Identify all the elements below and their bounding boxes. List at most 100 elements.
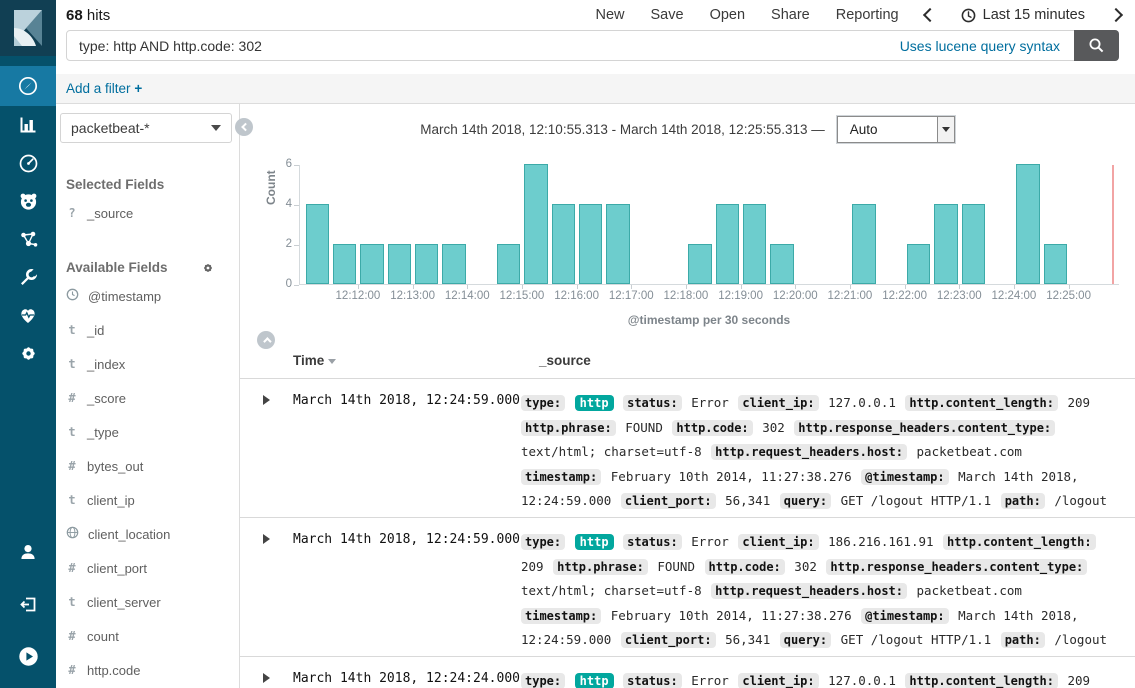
nav-machine-learning[interactable] bbox=[0, 182, 56, 220]
histogram-bar-122200[interactable] bbox=[907, 244, 930, 284]
field-item-client-server[interactable]: tclient_server bbox=[66, 585, 229, 619]
field-item-count[interactable]: #count bbox=[66, 619, 229, 653]
field-item-client-ip[interactable]: tclient_ip bbox=[66, 483, 229, 517]
field-key-badge: status: bbox=[623, 673, 682, 688]
field-key-badge: timestamp: bbox=[521, 469, 601, 485]
field-item--source[interactable]: ?_source bbox=[66, 196, 229, 230]
reporting-menu-item[interactable]: Reporting bbox=[836, 7, 899, 23]
histogram-plot bbox=[299, 165, 1119, 285]
field-item--type[interactable]: t_type bbox=[66, 415, 229, 449]
ml-face-icon bbox=[18, 191, 39, 212]
chevron-down-icon bbox=[937, 117, 954, 142]
collapse-sidebar-button[interactable] bbox=[235, 118, 253, 136]
field-value: Error bbox=[691, 395, 729, 410]
row-source: type: http status: Error client_ip: 127.… bbox=[521, 391, 1110, 514]
field-type-icon: t bbox=[66, 595, 78, 609]
histogram-bar-121130[interactable] bbox=[333, 244, 356, 284]
collapse-chart-button[interactable] bbox=[257, 331, 275, 349]
histogram-bar-121830[interactable] bbox=[716, 204, 739, 284]
nav-graph[interactable] bbox=[0, 220, 56, 258]
sort-desc-icon bbox=[328, 359, 336, 364]
expand-row-button[interactable] bbox=[263, 669, 293, 688]
lucene-syntax-link[interactable]: Uses lucene query syntax bbox=[900, 38, 1060, 54]
histogram-bar-121330[interactable] bbox=[442, 244, 465, 284]
heartbeat-icon bbox=[17, 304, 39, 326]
histogram-bar-121630[interactable] bbox=[606, 204, 629, 284]
field-item--index[interactable]: t_index bbox=[66, 347, 229, 381]
nav-visualize[interactable] bbox=[0, 106, 56, 144]
compass-icon bbox=[17, 75, 39, 97]
field-item-http-code[interactable]: #http.code bbox=[66, 653, 229, 687]
field-name: http.code bbox=[87, 663, 141, 678]
table-row: March 14th 2018, 12:24:59.000type: http … bbox=[240, 378, 1135, 517]
top-bar: 68 hits NewSaveOpenShareReporting Last 1… bbox=[56, 0, 1135, 30]
histogram-bar-122230[interactable] bbox=[934, 204, 957, 284]
histogram-bar-121230[interactable] bbox=[388, 244, 411, 284]
field-value: February 10th 2014, 11:27:38.276 bbox=[611, 608, 852, 623]
field-key-badge: type: bbox=[521, 673, 565, 688]
field-value: /logout bbox=[1054, 632, 1107, 647]
nav-account[interactable] bbox=[0, 526, 56, 578]
time-back-button[interactable] bbox=[923, 8, 937, 22]
play-circle-icon bbox=[17, 645, 40, 668]
add-filter-button[interactable]: Add a filter + bbox=[66, 81, 142, 96]
histogram-bar-121800[interactable] bbox=[688, 244, 711, 284]
field-value: GET /logout HTTP/1.1 bbox=[841, 493, 992, 508]
histogram-bar-121500[interactable] bbox=[524, 164, 547, 284]
table-row: March 14th 2018, 12:24:59.000type: http … bbox=[240, 517, 1135, 656]
time-column-header[interactable]: Time bbox=[293, 353, 336, 368]
histogram-bar-122300[interactable] bbox=[962, 204, 985, 284]
nav-monitoring[interactable] bbox=[0, 296, 56, 334]
field-key-badge: http.response_headers.content_type: bbox=[794, 420, 1055, 436]
nav-management[interactable] bbox=[0, 334, 56, 372]
field-key-badge: @timestamp: bbox=[861, 469, 948, 485]
x-tick-label: 12:12:00 bbox=[336, 290, 381, 302]
histogram-bar-121600[interactable] bbox=[579, 204, 602, 284]
new-menu-item[interactable]: New bbox=[595, 7, 624, 23]
expand-row-button[interactable] bbox=[263, 391, 293, 514]
search-button[interactable] bbox=[1074, 30, 1119, 61]
y-tick-label: 2 bbox=[266, 238, 292, 250]
open-menu-item[interactable]: Open bbox=[710, 7, 745, 23]
histogram-bar-122100[interactable] bbox=[852, 204, 875, 284]
gear-icon bbox=[18, 343, 39, 364]
histogram-bar-121100[interactable] bbox=[306, 204, 329, 284]
expand-row-button[interactable] bbox=[263, 530, 293, 653]
histogram-bar-121530[interactable] bbox=[552, 204, 575, 284]
histogram-bar-121930[interactable] bbox=[770, 244, 793, 284]
x-tick-label: 12:19:00 bbox=[718, 290, 763, 302]
search-input[interactable] bbox=[67, 38, 900, 54]
nav-dashboard[interactable] bbox=[0, 144, 56, 182]
field-item--id[interactable]: t_id bbox=[66, 313, 229, 347]
nav-help[interactable] bbox=[0, 630, 56, 682]
field-item--score[interactable]: #_score bbox=[66, 381, 229, 415]
histogram-bar-121300[interactable] bbox=[415, 244, 438, 284]
highlighted-value: http bbox=[575, 534, 614, 550]
user-icon bbox=[17, 541, 39, 563]
field-settings-button[interactable] bbox=[201, 261, 215, 275]
field-item-client-port[interactable]: #client_port bbox=[66, 551, 229, 585]
kibana-logo[interactable] bbox=[0, 0, 56, 56]
nav-dev-tools[interactable] bbox=[0, 258, 56, 296]
x-tick-label: 12:16:00 bbox=[554, 290, 599, 302]
field-type-icon: # bbox=[66, 459, 78, 473]
histogram-bar-121900[interactable] bbox=[743, 204, 766, 284]
save-menu-item[interactable]: Save bbox=[651, 7, 684, 23]
time-forward-button[interactable] bbox=[1109, 8, 1123, 22]
histogram-bar-122400[interactable] bbox=[1016, 164, 1039, 284]
nav-discover[interactable] bbox=[0, 66, 56, 106]
field-item--timestamp[interactable]: @timestamp bbox=[66, 279, 229, 313]
field-item-client-location[interactable]: client_location bbox=[66, 517, 229, 551]
histogram-bar-122430[interactable] bbox=[1044, 244, 1067, 284]
field-value: 209 bbox=[1067, 673, 1090, 688]
field-value: 127.0.0.1 bbox=[828, 673, 896, 688]
time-picker[interactable]: Last 15 minutes bbox=[961, 7, 1085, 23]
field-item-bytes-out[interactable]: #bytes_out bbox=[66, 449, 229, 483]
share-menu-item[interactable]: Share bbox=[771, 7, 810, 23]
nav-logout[interactable] bbox=[0, 578, 56, 630]
field-key-badge: client_port: bbox=[621, 632, 716, 648]
histogram-bar-121430[interactable] bbox=[497, 244, 520, 284]
interval-select[interactable]: Auto bbox=[837, 116, 955, 143]
index-pattern-select[interactable]: packetbeat-* bbox=[60, 113, 232, 143]
histogram-bar-121200[interactable] bbox=[360, 244, 383, 284]
